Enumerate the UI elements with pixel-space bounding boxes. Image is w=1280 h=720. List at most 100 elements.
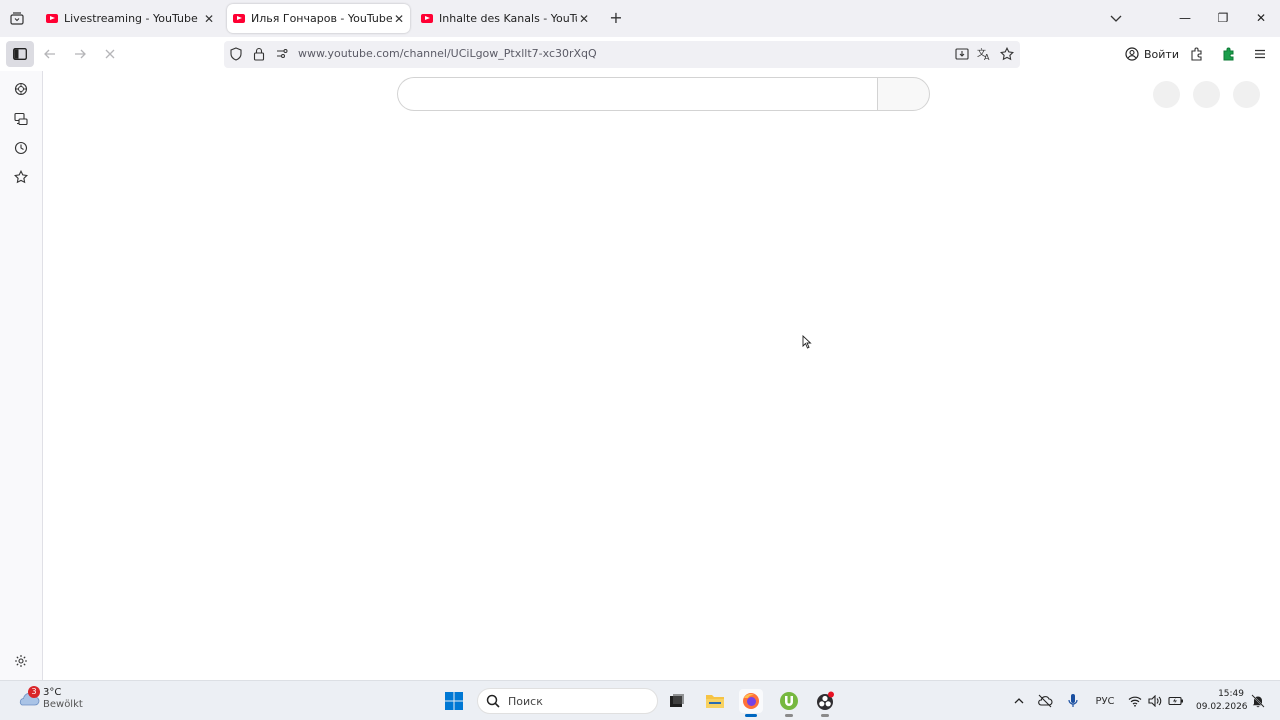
running-app-indicator — [821, 714, 829, 717]
running-app-indicator — [785, 714, 793, 717]
header-button-skeleton[interactable] — [1153, 81, 1180, 108]
stop-loading-icon — [105, 49, 115, 59]
obs-taskbar-button[interactable] — [813, 689, 837, 717]
chevron-down-icon — [1110, 15, 1122, 22]
tab-close-icon[interactable]: ✕ — [392, 12, 406, 26]
sidebar-toggle-button[interactable] — [6, 41, 34, 67]
browser-sidebar — [0, 71, 43, 680]
speaker-icon — [1148, 695, 1162, 707]
synced-tabs-button[interactable] — [12, 110, 30, 128]
firefox-taskbar-button[interactable] — [739, 689, 763, 717]
onedrive-tray-icon[interactable] — [1037, 693, 1053, 709]
weather-alert-badge: 3 — [28, 686, 40, 698]
page-content — [43, 71, 1280, 680]
bookmarks-icon — [14, 170, 28, 184]
youtube-favicon-icon — [233, 14, 245, 23]
header-avatar-skeleton[interactable] — [1233, 81, 1260, 108]
url-text[interactable]: www.youtube.com/channel/UCiLgow_Ptxllt7-… — [298, 47, 597, 60]
tracking-protection-icon[interactable] — [228, 46, 244, 62]
taskbar-search-placeholder: Поиск — [508, 694, 543, 708]
clock-date: 09.02.2026 — [1196, 702, 1248, 712]
translate-icon[interactable]: 文A — [976, 46, 992, 62]
tab-list-icon — [10, 11, 24, 25]
sidebar-icon — [13, 48, 27, 60]
ai-chatbot-button[interactable] — [12, 80, 30, 98]
list-all-tabs-button[interactable] — [1108, 10, 1124, 26]
lock-icon[interactable] — [251, 46, 267, 62]
signin-label: Войти — [1144, 47, 1179, 61]
tab-title: Livestreaming - YouTube Studio — [64, 12, 202, 25]
utorrent-icon — [780, 692, 798, 710]
volume-tray-icon[interactable] — [1147, 693, 1163, 709]
tab-close-icon[interactable]: ✕ — [202, 12, 216, 26]
navigation-toolbar: www.youtube.com/channel/UCiLgow_Ptxllt7-… — [0, 37, 1280, 71]
task-view-button[interactable] — [665, 689, 689, 713]
svg-text:A: A — [984, 53, 990, 61]
tab-livestreaming[interactable]: Livestreaming - YouTube Studio ✕ — [40, 4, 220, 33]
start-button[interactable] — [442, 689, 466, 713]
back-arrow-icon — [44, 49, 55, 59]
microphone-icon — [1068, 694, 1078, 707]
addon-extension-icon — [1223, 47, 1234, 61]
search-icon — [486, 694, 500, 708]
taskbar-clock[interactable]: 15:49 09.02.2026 — [1196, 688, 1248, 714]
file-explorer-button[interactable] — [703, 689, 727, 713]
mouse-cursor-icon — [802, 335, 812, 349]
youtube-favicon-icon — [46, 14, 58, 23]
battery-tray-icon[interactable] — [1168, 693, 1184, 709]
maximize-button[interactable]: ❐ — [1215, 10, 1231, 26]
wifi-tray-icon[interactable] — [1127, 693, 1143, 709]
battery-charging-icon — [1168, 696, 1183, 706]
synced-tabs-icon — [14, 112, 28, 126]
permissions-icon[interactable] — [274, 46, 290, 62]
tab-channel-content[interactable]: Inhalte des Kanals - YouTube Studio ✕ — [415, 4, 595, 33]
stop-button[interactable] — [100, 44, 120, 64]
tab-strip: Livestreaming - YouTube Studio ✕ Илья Го… — [0, 0, 1280, 37]
gear-icon — [15, 655, 27, 667]
utorrent-taskbar-button[interactable] — [777, 689, 801, 717]
forward-arrow-icon — [75, 49, 86, 59]
windows-taskbar: 3 3°C Bewölkt Поиск РУС 15:49 09.02.2026 — [0, 680, 1280, 720]
show-hidden-icons-button[interactable] — [1011, 693, 1027, 709]
forward-button[interactable] — [70, 44, 90, 64]
extension-addon-button[interactable] — [1219, 44, 1239, 64]
hamburger-menu-icon — [1255, 49, 1265, 59]
new-tab-button[interactable]: + — [608, 10, 624, 26]
input-language-indicator[interactable]: РУС — [1094, 693, 1116, 709]
close-window-button[interactable]: ✕ — [1253, 10, 1269, 26]
install-app-icon[interactable] — [954, 46, 970, 62]
notifications-button[interactable] — [1250, 693, 1266, 709]
bookmark-star-icon[interactable] — [999, 46, 1015, 62]
bookmarks-button[interactable] — [12, 168, 30, 186]
weather-temperature: 3°C — [43, 687, 62, 698]
tab-list-button[interactable] — [8, 9, 26, 27]
task-view-icon — [670, 694, 684, 707]
history-icon — [14, 141, 28, 155]
weather-description: Bewölkt — [43, 699, 83, 710]
folder-icon — [706, 695, 724, 708]
history-button[interactable] — [12, 139, 30, 157]
tab-close-icon[interactable]: ✕ — [577, 12, 591, 26]
youtube-search-button-skeleton[interactable] — [877, 77, 930, 111]
active-app-indicator — [745, 714, 757, 717]
wifi-icon — [1128, 696, 1142, 707]
header-button-skeleton[interactable] — [1193, 81, 1220, 108]
extensions-button[interactable] — [1187, 44, 1207, 64]
microphone-tray-icon[interactable] — [1065, 693, 1081, 709]
sidebar-settings-button[interactable] — [12, 652, 30, 670]
obs-studio-icon — [817, 691, 834, 710]
taskbar-search-box[interactable]: Поиск — [477, 688, 658, 714]
puzzle-icon — [1191, 47, 1202, 61]
weather-widget[interactable]: 3 3°C Bewölkt — [16, 686, 83, 711]
firefox-icon — [743, 693, 759, 709]
youtube-search-input-skeleton[interactable] — [397, 77, 877, 111]
address-bar[interactable]: www.youtube.com/channel/UCiLgow_Ptxllt7-… — [224, 41, 1020, 68]
back-button[interactable] — [40, 44, 60, 64]
tab-channel[interactable]: Илья Гончаров - YouTube ✕ — [227, 4, 410, 33]
signin-button[interactable]: Войти — [1119, 42, 1187, 66]
app-menu-button[interactable] — [1250, 44, 1270, 64]
chevron-up-icon — [1014, 698, 1024, 704]
tab-title: Inhalte des Kanals - YouTube Studio — [439, 12, 577, 25]
windows-logo-icon — [445, 692, 463, 710]
minimize-button[interactable]: — — [1177, 10, 1193, 26]
